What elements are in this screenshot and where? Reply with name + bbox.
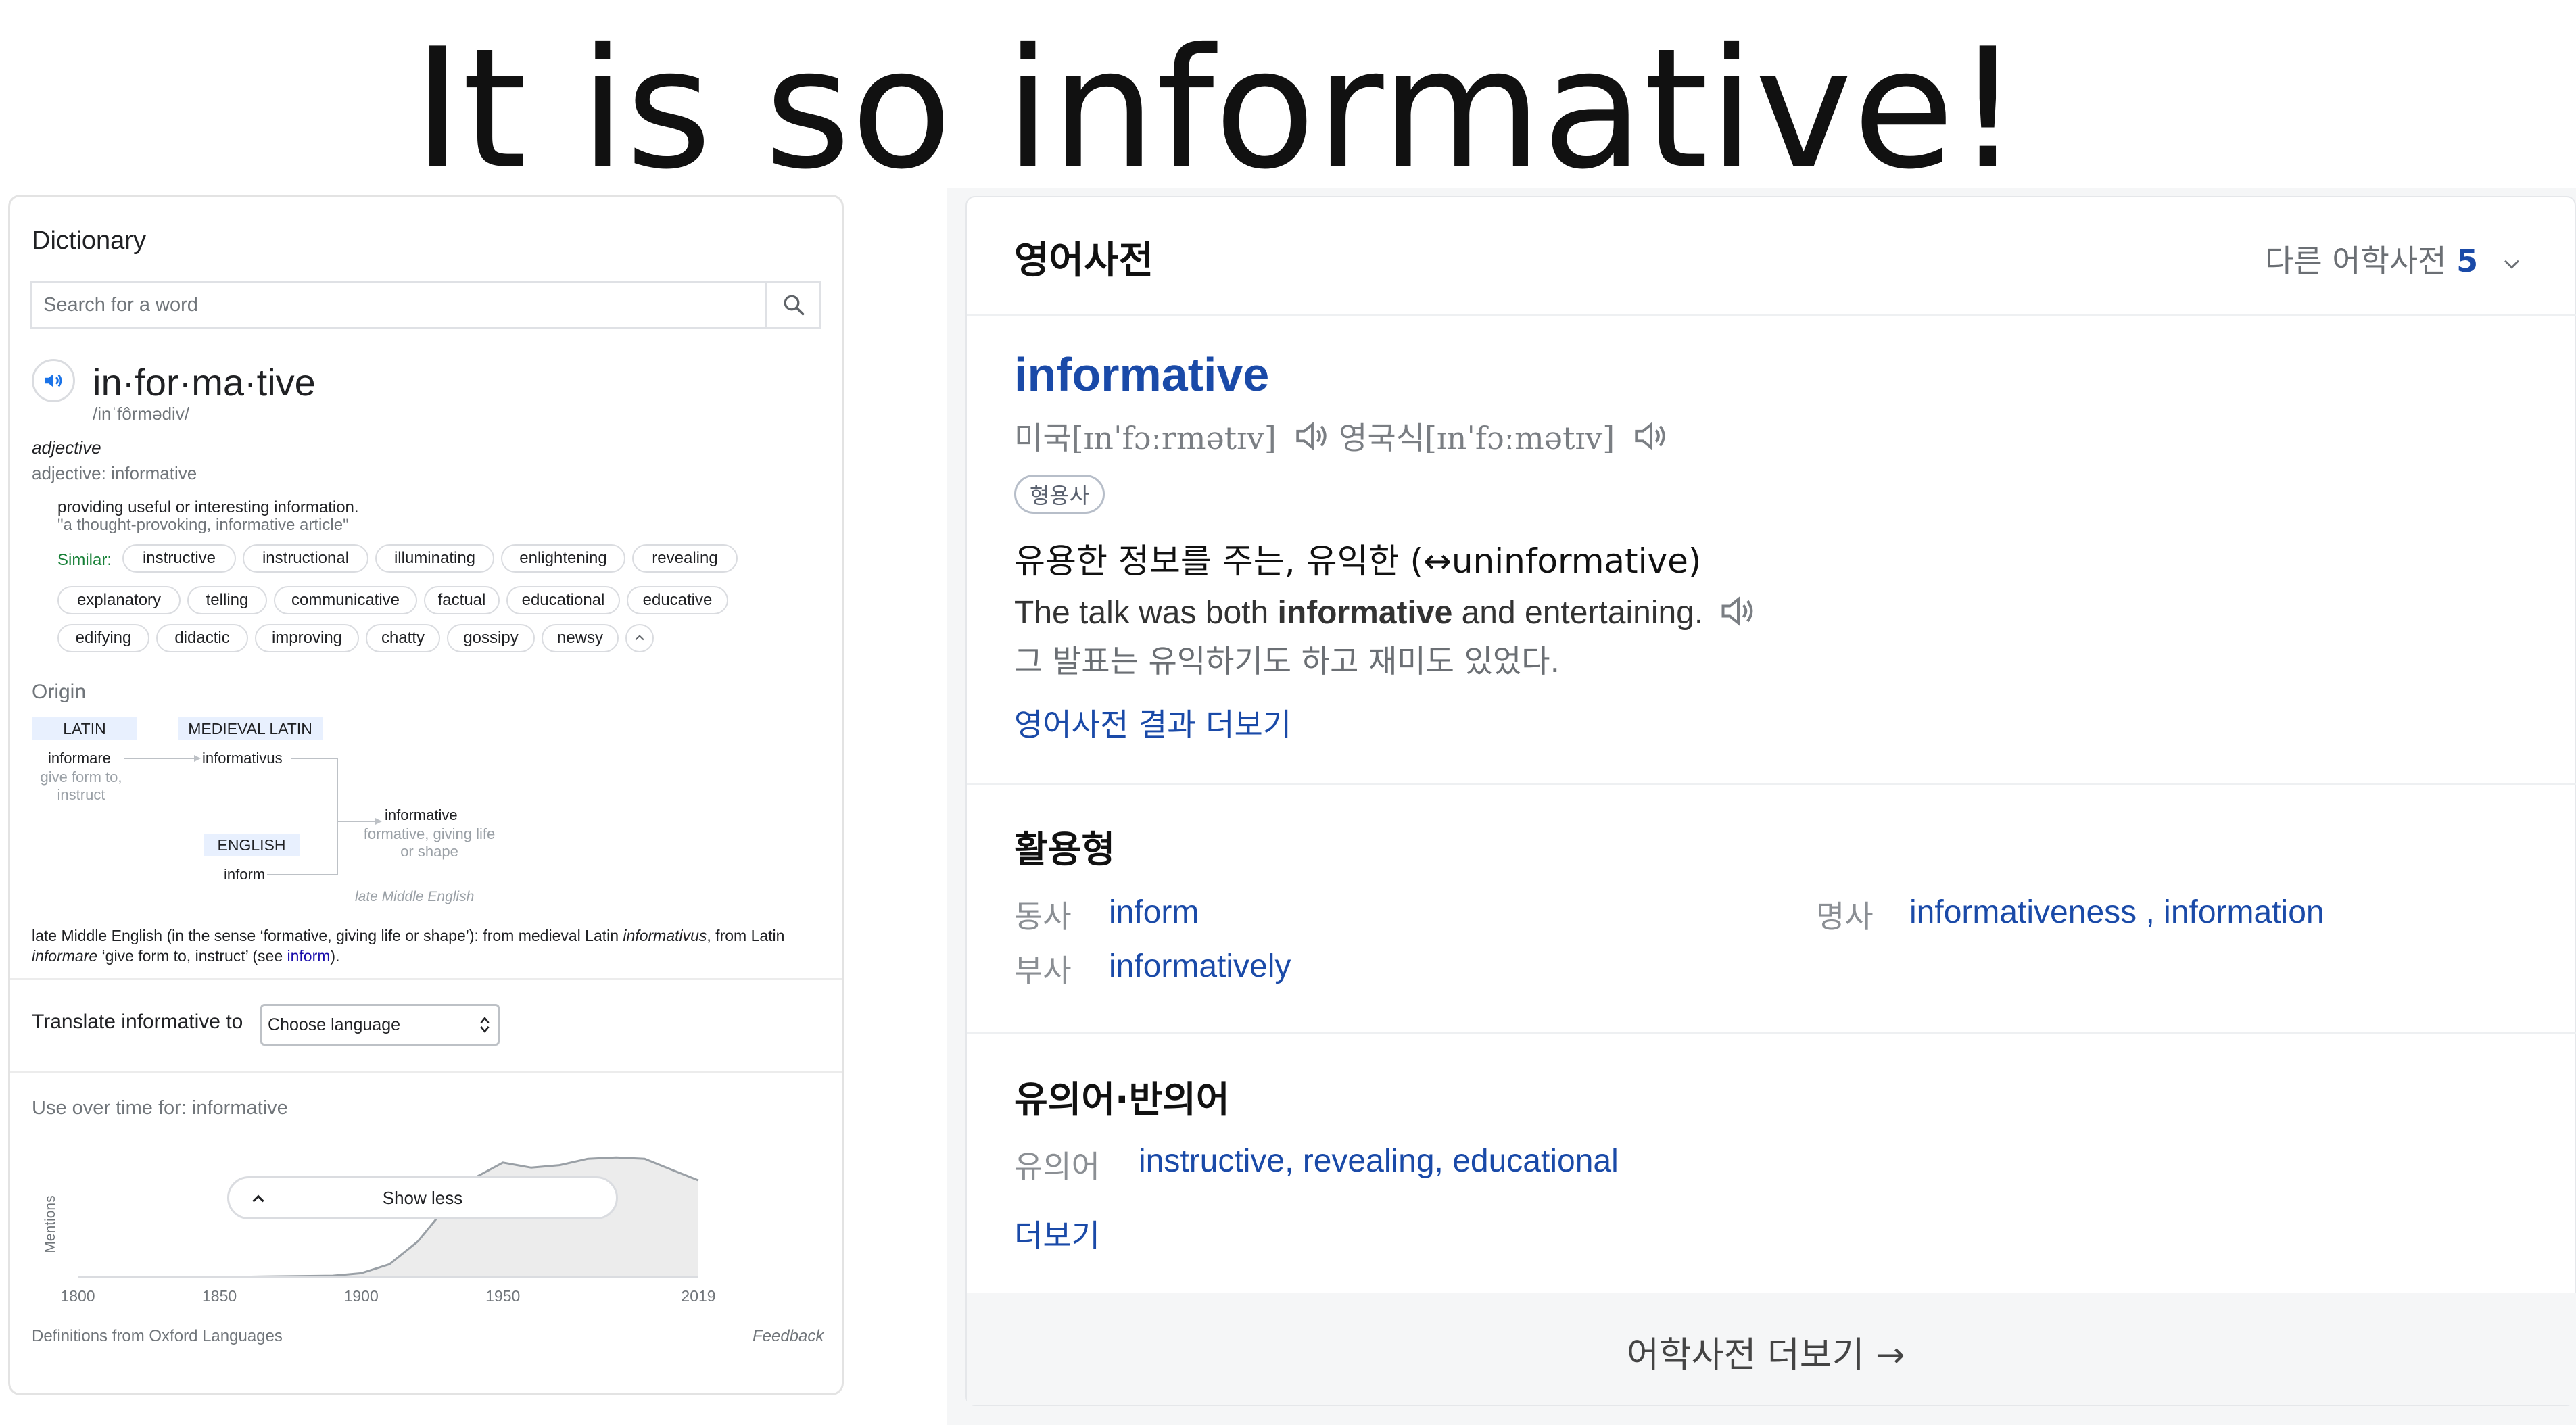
select-arrows-icon: [480, 1017, 490, 1033]
chevron-down-icon: [2504, 260, 2519, 269]
section-divider: [10, 978, 842, 980]
verb-link[interactable]: inform: [1109, 894, 1199, 931]
speaker-icon[interactable]: [1631, 416, 1671, 456]
show-less-label: Show less: [382, 1187, 463, 1208]
usage-over-time-label: Use over time for: informative: [32, 1097, 288, 1119]
adverb-label: 부사: [1014, 952, 1072, 989]
etymology-text-part: ‘give form to, instruct’ (see: [97, 947, 287, 965]
x-tick-label: 1900: [344, 1287, 379, 1305]
pronunciation-us-text: 미국[ɪnˈfɔːrmətɪv]: [1014, 420, 1277, 456]
etymology-text: late Middle English (in the sense ‘forma…: [32, 925, 830, 966]
pronunciation-us: 미국[ɪnˈfɔːrmətɪv]: [1014, 414, 1332, 458]
part-of-speech-badge: 형용사: [1014, 475, 1105, 514]
other-dictionaries-label: 다른 어학사전: [2265, 243, 2447, 279]
slide-title: It is so informative!: [413, 13, 2021, 206]
etymology-connectors: [124, 755, 382, 875]
pronunciation-uk: 영국식[ɪnˈfɔːmətɪv]: [1339, 414, 1671, 458]
pronunciation-uk-text: 영국식[ɪnˈfɔːmətɪv]: [1339, 420, 1615, 456]
etymology-text-latin-word: informativus: [623, 927, 707, 944]
naver-headword[interactable]: informative: [1014, 347, 1269, 402]
x-tick-label: 1850: [202, 1287, 237, 1305]
example-text: and entertaining.: [1452, 595, 1704, 631]
oxford-credit: Definitions from Oxford Languages: [32, 1327, 283, 1345]
noun-link[interactable]: information: [2164, 894, 2324, 930]
language-select[interactable]: Choose language: [260, 1004, 500, 1046]
synonym-link[interactable]: educational: [1452, 1143, 1619, 1179]
show-less-button[interactable]: Show less: [227, 1176, 618, 1219]
example-text: The talk was both: [1014, 595, 1278, 631]
synonym-link[interactable]: instructive: [1139, 1143, 1285, 1179]
section-divider: [967, 783, 2576, 785]
verb-label: 동사: [1014, 898, 1072, 935]
conjugation-title: 활용형: [1014, 828, 1116, 871]
x-tick-label: 1950: [485, 1287, 520, 1305]
synonym-label: 유의어: [1014, 1149, 1100, 1185]
etymology-text-part: late Middle English (in the sense ‘forma…: [32, 927, 623, 944]
naver-section-title: 영어사전: [1014, 239, 1154, 283]
example-highlight: informative: [1277, 595, 1453, 631]
section-divider: [10, 1071, 842, 1073]
chart-ylabel: Mentions: [43, 1195, 58, 1253]
etymology-text-part: ).: [330, 947, 340, 965]
translate-label: Translate informative to: [32, 1011, 243, 1033]
more-results-link[interactable]: 영어사전 결과 더보기: [1014, 700, 1291, 745]
other-dictionaries-toggle[interactable]: 다른 어학사전 5: [2265, 237, 2523, 281]
adverb-link[interactable]: informatively: [1109, 948, 1291, 985]
noun-values: informativeness , information: [1909, 894, 2324, 931]
noun-label: 명사: [1816, 898, 1874, 935]
language-select-value: Choose language: [268, 1015, 400, 1034]
section-divider: [967, 314, 2576, 316]
naver-example-translation: 그 발표는 유익하기도 하고 재미도 있었다.: [1014, 643, 1560, 679]
synonym-link[interactable]: revealing: [1303, 1143, 1435, 1179]
synonym-more-link[interactable]: 더보기: [1014, 1211, 1100, 1256]
language-dictionary-more-link[interactable]: 어학사전 더보기 →: [1627, 1326, 1905, 1377]
speaker-icon[interactable]: [1293, 416, 1332, 456]
noun-link[interactable]: informativeness: [1909, 894, 2137, 930]
chevron-up-icon: [252, 1194, 264, 1203]
inform-link[interactable]: inform: [287, 947, 331, 965]
section-divider: [967, 1032, 2576, 1034]
synonym-title: 유의어·반의어: [1014, 1078, 1230, 1121]
speaker-icon[interactable]: [1718, 591, 1759, 631]
noun-separator: ,: [2137, 894, 2164, 930]
etymology-text-latin-word: informare: [32, 947, 98, 965]
x-tick-label: 2019: [681, 1287, 715, 1305]
naver-example-sentence: The talk was both informative and entert…: [1014, 591, 1759, 631]
feedback-link[interactable]: Feedback: [753, 1327, 824, 1346]
naver-meaning: 유용한 정보를 주는, 유익한 (↔uninformative): [1014, 541, 1702, 581]
synonym-list: instructive, revealing, educational: [1139, 1143, 1619, 1179]
x-tick-label: 1800: [60, 1287, 95, 1305]
other-dictionaries-count: 5: [2456, 243, 2479, 279]
etymology-text-part: , from Latin: [707, 927, 785, 944]
